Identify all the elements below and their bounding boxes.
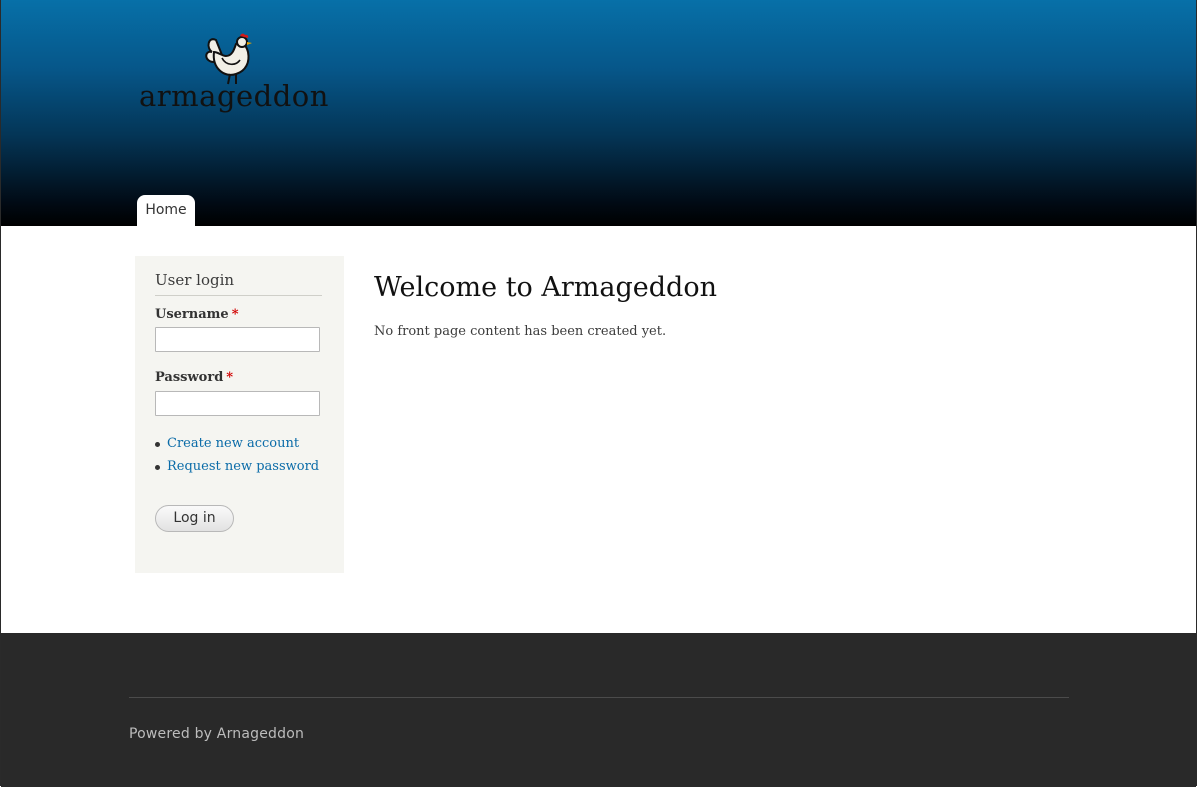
bullet-icon [155,442,160,447]
username-required-marker: * [231,307,239,322]
site-name-logo-text[interactable]: armageddon [139,76,329,116]
list-item: Create new account [155,435,319,458]
site-header: armageddon Home [1,0,1196,226]
password-label-text: Password [155,370,224,385]
request-password-link[interactable]: Request new password [167,459,319,474]
page-title: Welcome to Armageddon [374,272,717,303]
user-login-title: User login [155,271,322,296]
password-input[interactable] [155,391,320,416]
username-label-text: Username [155,307,229,322]
username-input[interactable] [155,327,320,352]
username-label: Username * [155,307,239,322]
list-item: Request new password [155,458,319,481]
bullet-icon [155,465,160,470]
user-links-list: Create new account Request new password [155,435,319,481]
page-body-text: No front page content has been created y… [374,324,667,339]
user-login-block: User login Username * Password * Create ne… [135,256,344,573]
password-label: Password * [155,370,233,385]
password-required-marker: * [226,370,234,385]
site-footer: Powered by Arnageddon [1,633,1196,787]
footer-divider [129,697,1069,698]
tab-home[interactable]: Home [137,195,195,226]
login-button[interactable]: Log in [155,505,234,532]
create-account-link[interactable]: Create new account [167,436,299,451]
powered-by-text: Powered by Arnageddon [129,726,305,742]
